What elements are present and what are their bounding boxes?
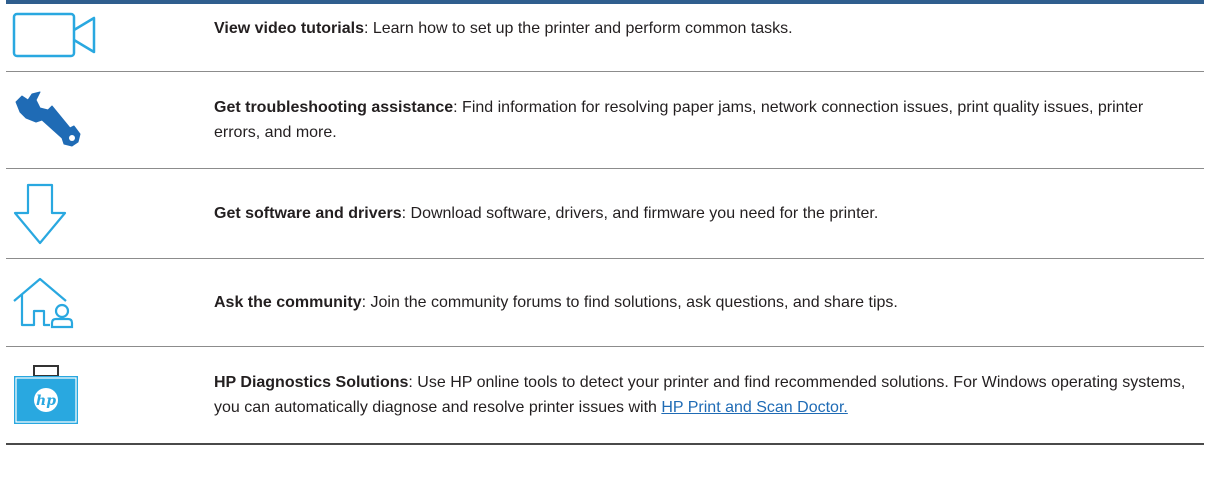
table-row: View video tutorials: Learn how to set u… bbox=[6, 4, 1204, 72]
row-description: : Learn how to set up the printer and pe… bbox=[363, 20, 793, 37]
icon-cell: hp bbox=[6, 364, 206, 426]
icon-cell bbox=[6, 183, 206, 245]
row-title: Get software and drivers bbox=[214, 205, 402, 222]
print-and-scan-doctor-link[interactable]: HP Print and Scan Doctor. bbox=[661, 399, 847, 416]
table-row: Get software and drivers: Download softw… bbox=[6, 169, 1204, 259]
row-title: Ask the community bbox=[214, 294, 362, 311]
row-title: Get troubleshooting assistance bbox=[214, 99, 454, 116]
icon-cell bbox=[6, 90, 206, 150]
community-home-icon bbox=[12, 277, 76, 329]
help-resources-table: View video tutorials: Learn how to set u… bbox=[0, 0, 1210, 445]
row-text: Get troubleshooting assistance: Find inf… bbox=[206, 95, 1204, 145]
icon-cell bbox=[6, 277, 206, 329]
table-row: Get troubleshooting assistance: Find inf… bbox=[6, 72, 1204, 169]
wrench-icon bbox=[12, 90, 82, 150]
row-text: HP Diagnostics Solutions: Use HP online … bbox=[206, 370, 1204, 420]
video-camera-icon bbox=[12, 12, 98, 58]
table-row: Ask the community: Join the community fo… bbox=[6, 259, 1204, 347]
row-text: View video tutorials: Learn how to set u… bbox=[206, 4, 1204, 41]
icon-cell bbox=[6, 4, 206, 58]
download-arrow-icon bbox=[12, 183, 68, 245]
row-description: : Join the community forums to find solu… bbox=[361, 294, 898, 311]
row-description: : Download software, drivers, and firmwa… bbox=[401, 205, 879, 222]
svg-text:hp: hp bbox=[36, 393, 56, 409]
row-text: Get software and drivers: Download softw… bbox=[206, 201, 1204, 226]
row-title: HP Diagnostics Solutions bbox=[214, 374, 409, 391]
table-row: hp HP Diagnostics Solutions: Use HP onli… bbox=[6, 347, 1204, 445]
row-text: Ask the community: Join the community fo… bbox=[206, 290, 1204, 315]
row-title: View video tutorials bbox=[214, 20, 364, 37]
hp-briefcase-icon: hp bbox=[12, 364, 80, 426]
